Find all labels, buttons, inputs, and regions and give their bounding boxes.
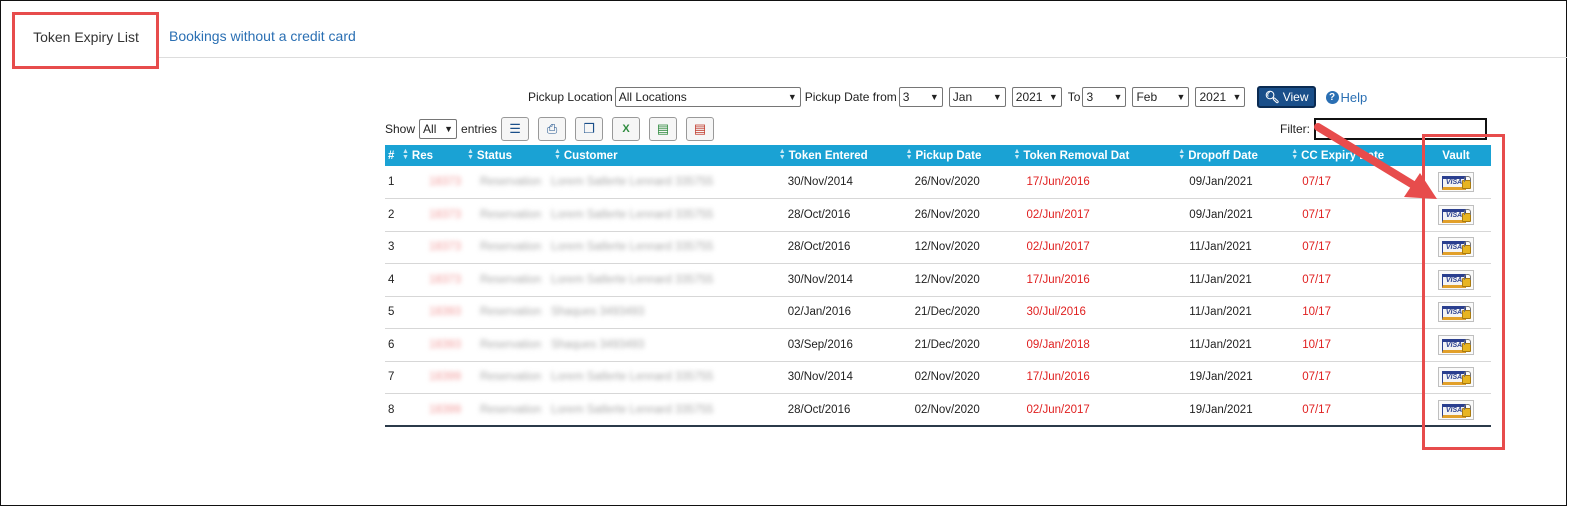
annotation-arrow xyxy=(1314,123,1437,199)
